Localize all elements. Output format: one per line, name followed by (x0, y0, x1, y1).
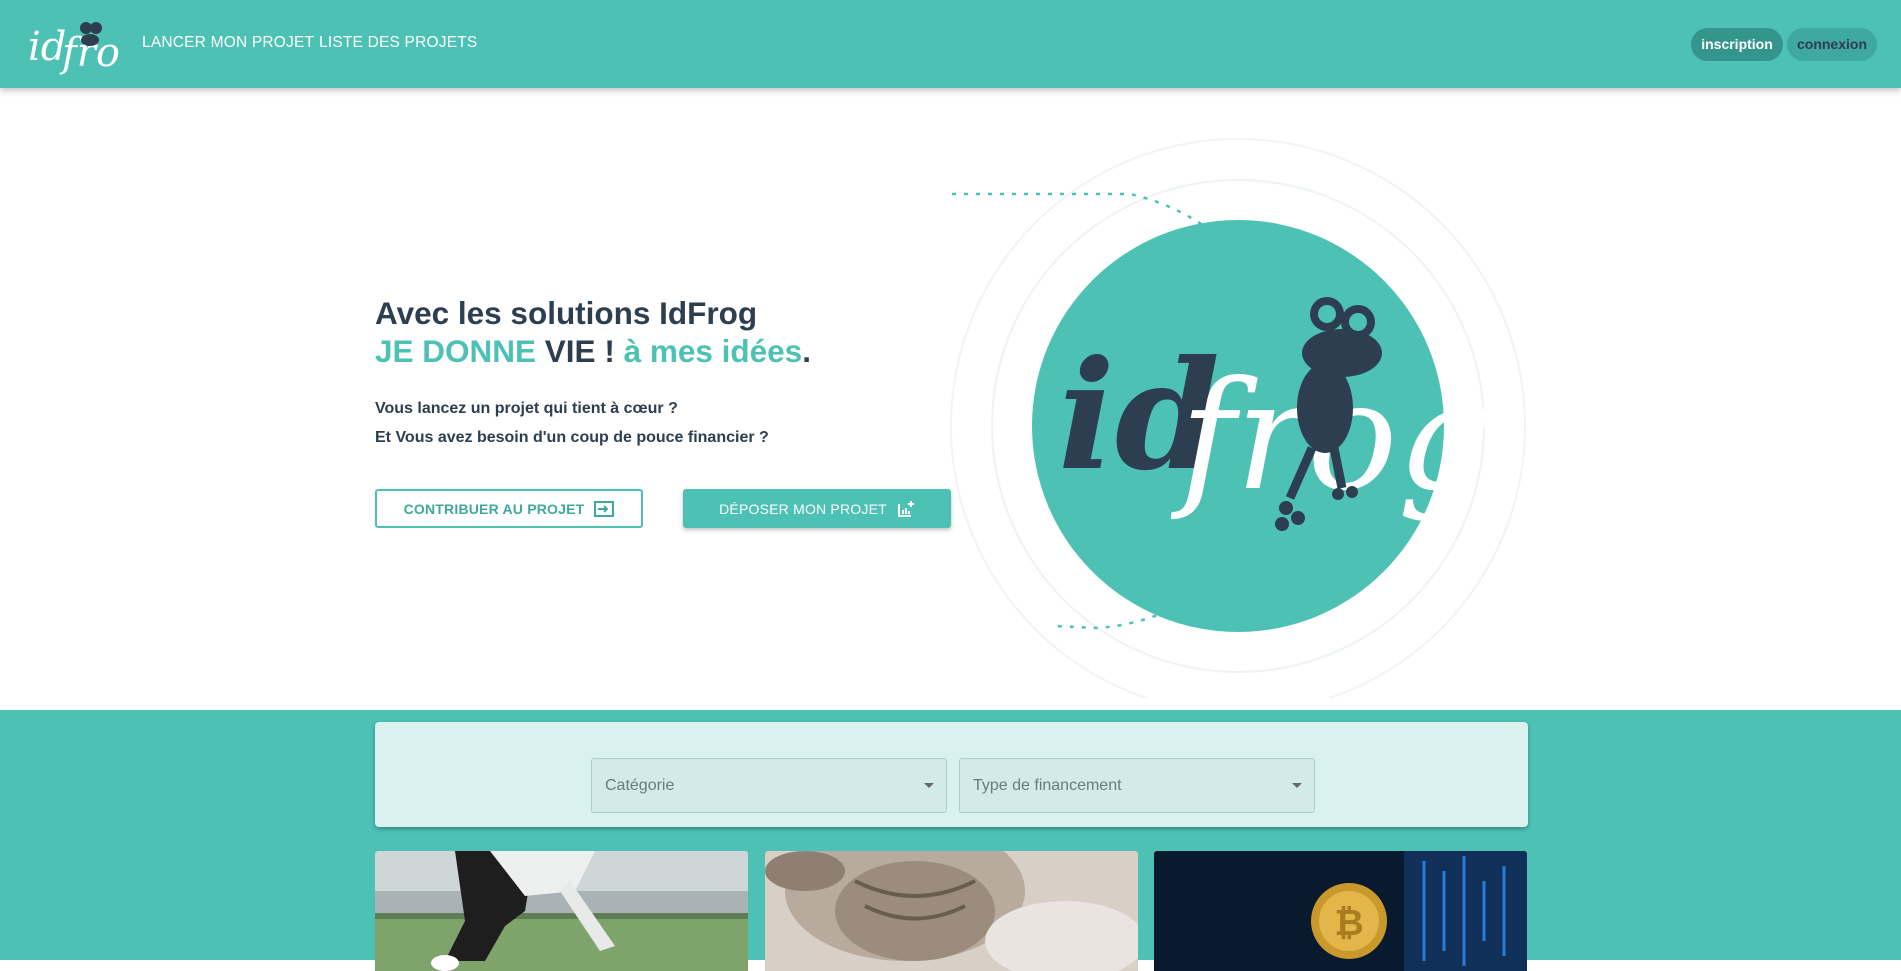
bitcoin-photo: ₿ (1154, 851, 1527, 971)
category-select-placeholder: Catégorie (605, 777, 675, 794)
idfrog-hero-graphic: id frog (950, 138, 1526, 698)
svg-text:₿: ₿ (1334, 903, 1363, 944)
hero-subtitle-line1: Vous lancez un projet qui tient à cœur ? (375, 400, 678, 417)
contribute-button-label: CONTRIBUER AU PROJET (403, 500, 585, 517)
hero-title-vie: VIE ! (536, 333, 624, 369)
hero-title: Avec les solutions IdFrog JE DONNE VIE !… (375, 294, 975, 370)
chevron-down-icon (1292, 783, 1302, 788)
enter-icon (594, 500, 615, 517)
project-card[interactable] (765, 851, 1138, 971)
hero-title-mes-idees: à mes idées (623, 333, 803, 369)
svg-text:id: id (28, 24, 66, 70)
chevron-down-icon (924, 783, 934, 788)
hero-subtitle-line2: Et Vous avez besoin d'un coup de pouce f… (375, 429, 769, 446)
top-navbar: id frog LANCER MON PROJET LISTE DES PROJ… (0, 0, 1901, 88)
hero-text-block: Avec les solutions IdFrog JE DONNE VIE !… (375, 294, 975, 452)
hero-title-period: . (802, 333, 811, 369)
nav-link-lancer-projet[interactable]: LANCER MON PROJET (142, 34, 314, 52)
kitten-photo (765, 851, 1138, 971)
funding-type-select[interactable]: Type de financement (959, 758, 1315, 813)
hero-title-je-donne: JE DONNE (375, 333, 537, 369)
contribute-button[interactable]: CONTRIBUER AU PROJET (375, 489, 643, 528)
submit-project-button[interactable]: DÉPOSER MON PROJET (683, 489, 951, 528)
hero-section: Avec les solutions IdFrog JE DONNE VIE !… (0, 88, 1901, 710)
nav-link-liste-projets[interactable]: LISTE DES PROJETS (319, 34, 477, 52)
idfrog-logo[interactable]: id frog (28, 8, 120, 80)
project-card[interactable]: ₿ (1154, 851, 1527, 971)
submit-project-button-label: DÉPOSER MON PROJET (719, 500, 887, 517)
hero-subtitle: Vous lancez un projet qui tient à cœur ?… (375, 394, 975, 452)
projects-section: Catégorie Type de financement ₿ (0, 710, 1901, 971)
project-card[interactable] (375, 851, 748, 971)
hero-title-line1: Avec les solutions IdFrog (375, 295, 758, 331)
filter-panel: Catégorie Type de financement (375, 722, 1528, 827)
login-button[interactable]: connexion (1787, 28, 1877, 61)
category-select[interactable]: Catégorie (591, 758, 947, 813)
signup-button[interactable]: inscription (1691, 28, 1783, 61)
funding-type-select-placeholder: Type de financement (973, 777, 1122, 794)
athlete-photo (375, 851, 748, 971)
add-chart-icon (897, 500, 914, 517)
hero-title-line2: JE DONNE VIE ! à mes idées. (375, 332, 975, 370)
